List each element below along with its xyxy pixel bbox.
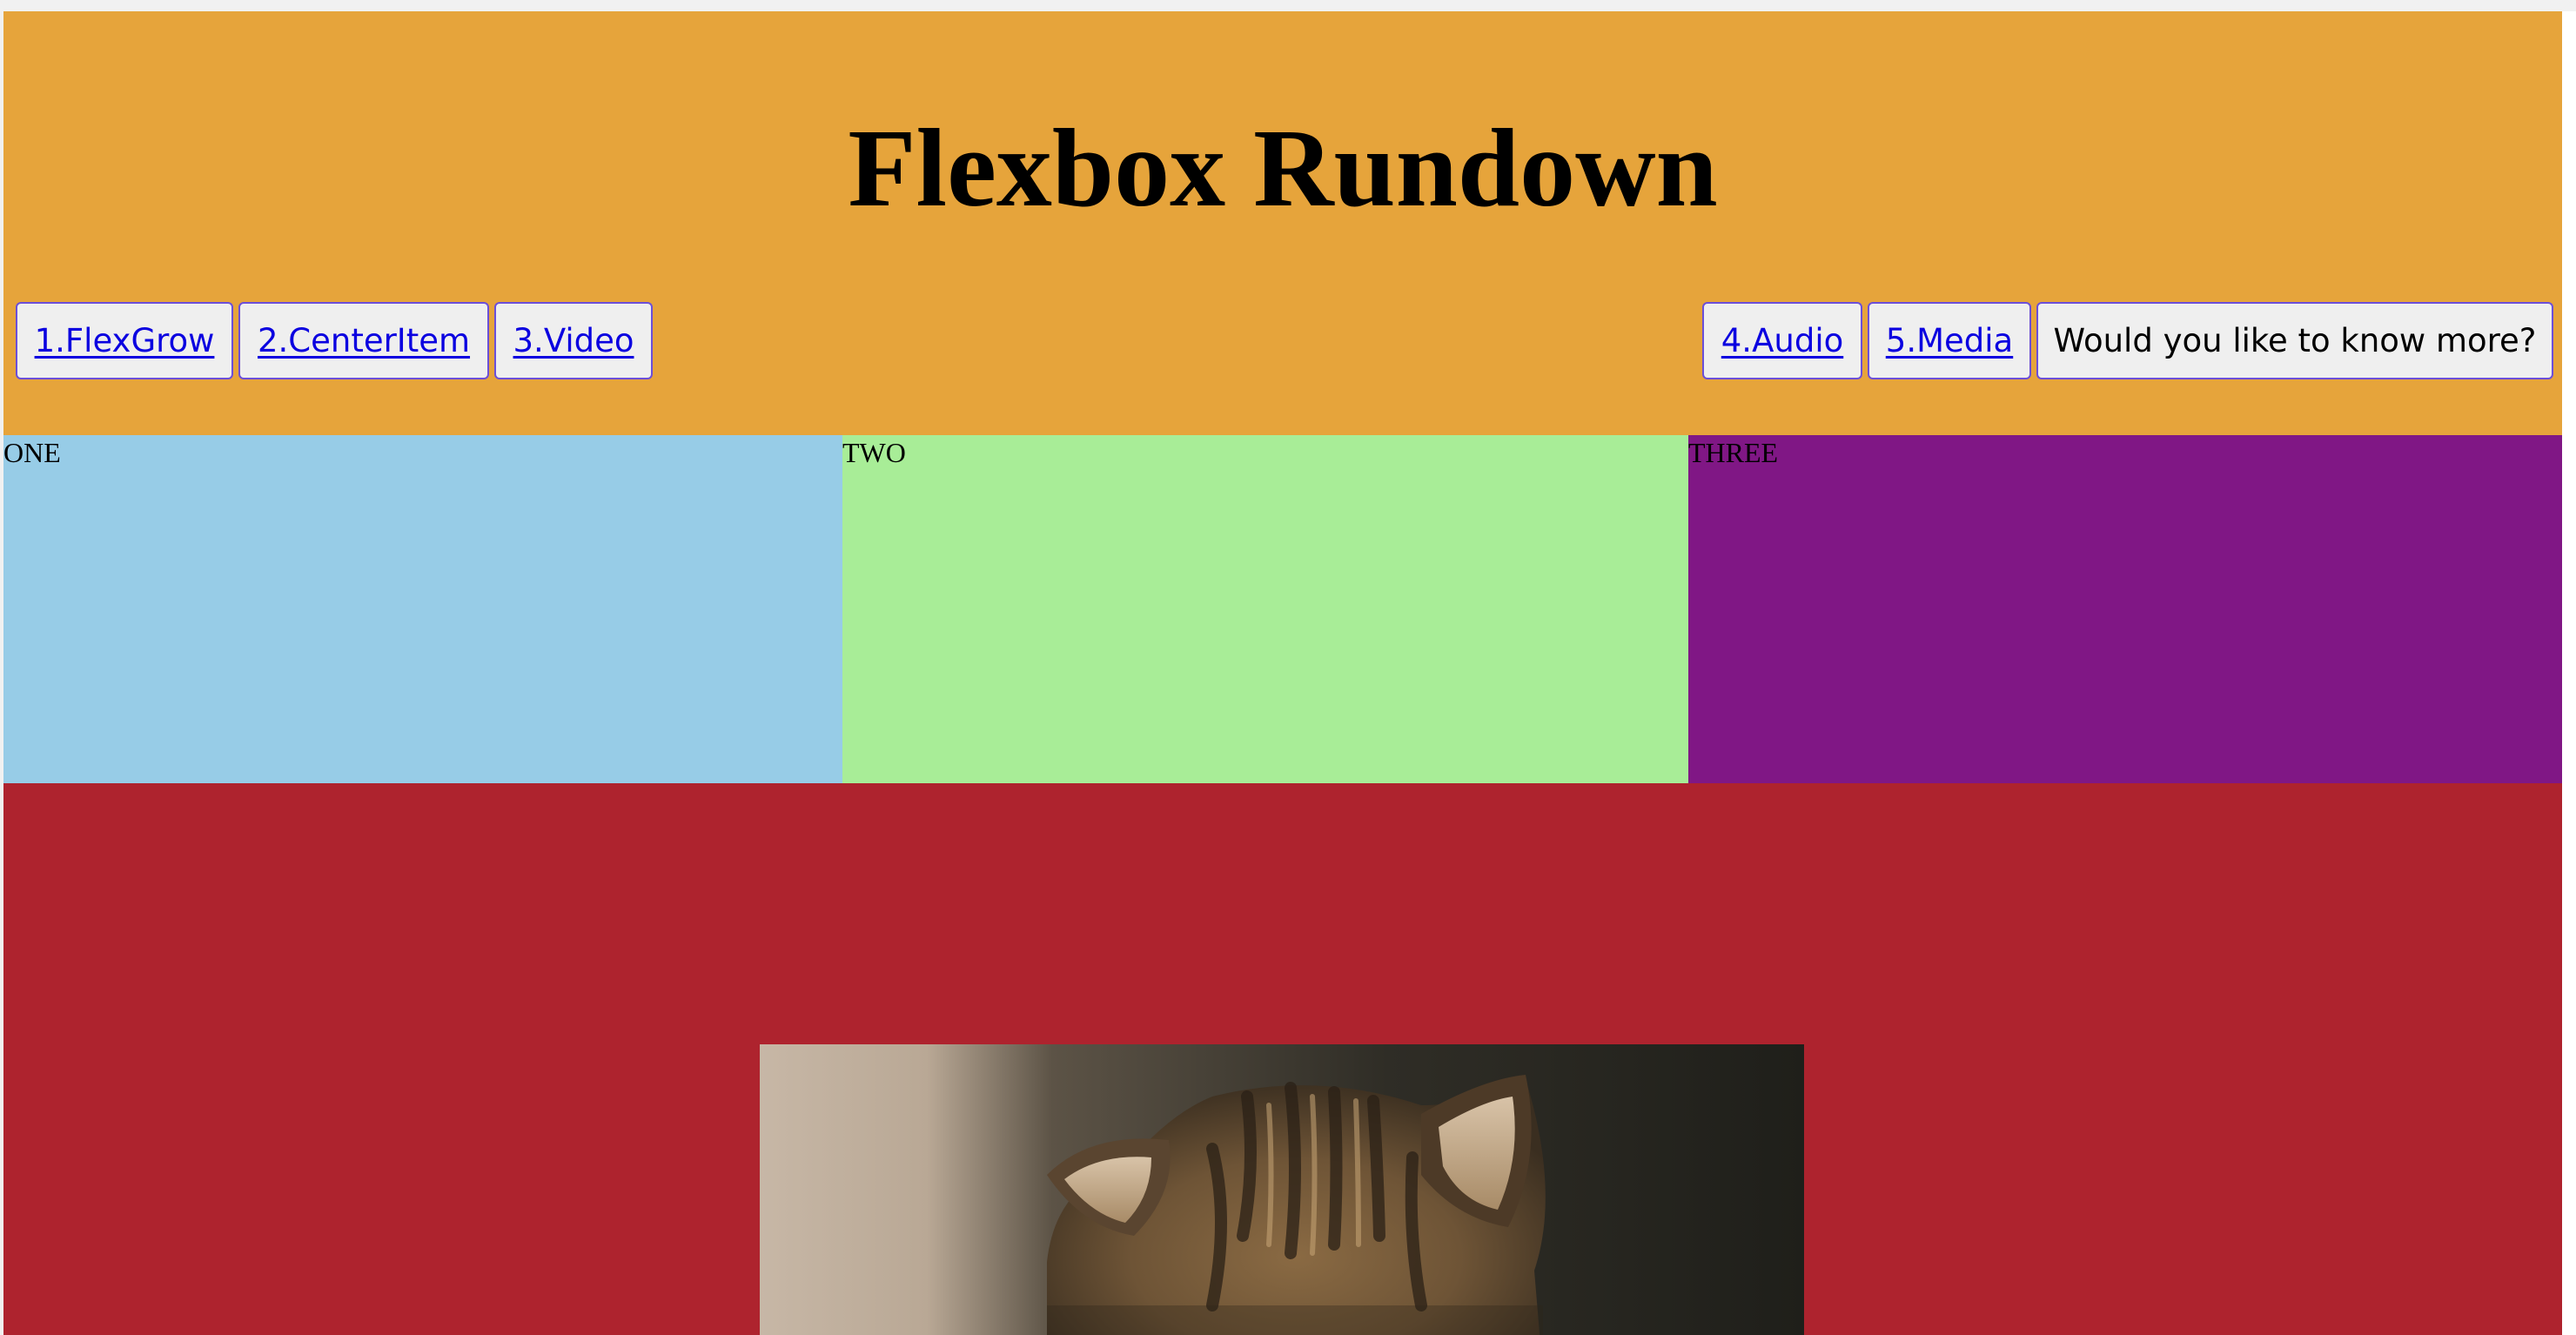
page-header: Flexbox Rundown 1.FlexGrow 2.CenterItem … [3,11,2562,435]
nav-button-audio[interactable]: 4.Audio [1702,302,1862,379]
nav-link-media[interactable]: 5.Media [1886,322,2013,359]
nav-button-media[interactable]: 5.Media [1868,302,2031,379]
know-more-button[interactable]: Would you like to know more? [2036,302,2553,379]
nav-link-centeritem[interactable]: 2.CenterItem [258,322,470,359]
page-scrollbar-track[interactable] [2562,11,2576,1335]
page-title: Flexbox Rundown [848,106,1718,230]
nav-button-video[interactable]: 3.Video [494,302,653,379]
box-two: TWO [842,435,1688,783]
kitten-photo-icon [1047,1075,1546,1335]
box-one: ONE [3,435,842,783]
box-two-label: TWO [842,437,906,468]
nav-button-centeritem[interactable]: 2.CenterItem [238,302,489,379]
kitten-image [760,1044,1804,1335]
nav-button-flexgrow[interactable]: 1.FlexGrow [16,302,233,379]
box-one-label: ONE [3,437,61,468]
box-three-label: THREE [1688,437,1779,468]
nav-link-audio[interactable]: 4.Audio [1721,322,1843,359]
know-more-label: Would you like to know more? [2053,322,2537,359]
flex-boxes-row: ONE TWO THREE [3,435,2562,783]
box-three: THREE [1688,435,2562,783]
browser-viewport: Flexbox Rundown 1.FlexGrow 2.CenterItem … [3,11,2562,1335]
nav-link-flexgrow[interactable]: 1.FlexGrow [35,322,215,359]
centered-media-section [3,783,2562,1335]
nav-link-video[interactable]: 3.Video [513,322,634,359]
